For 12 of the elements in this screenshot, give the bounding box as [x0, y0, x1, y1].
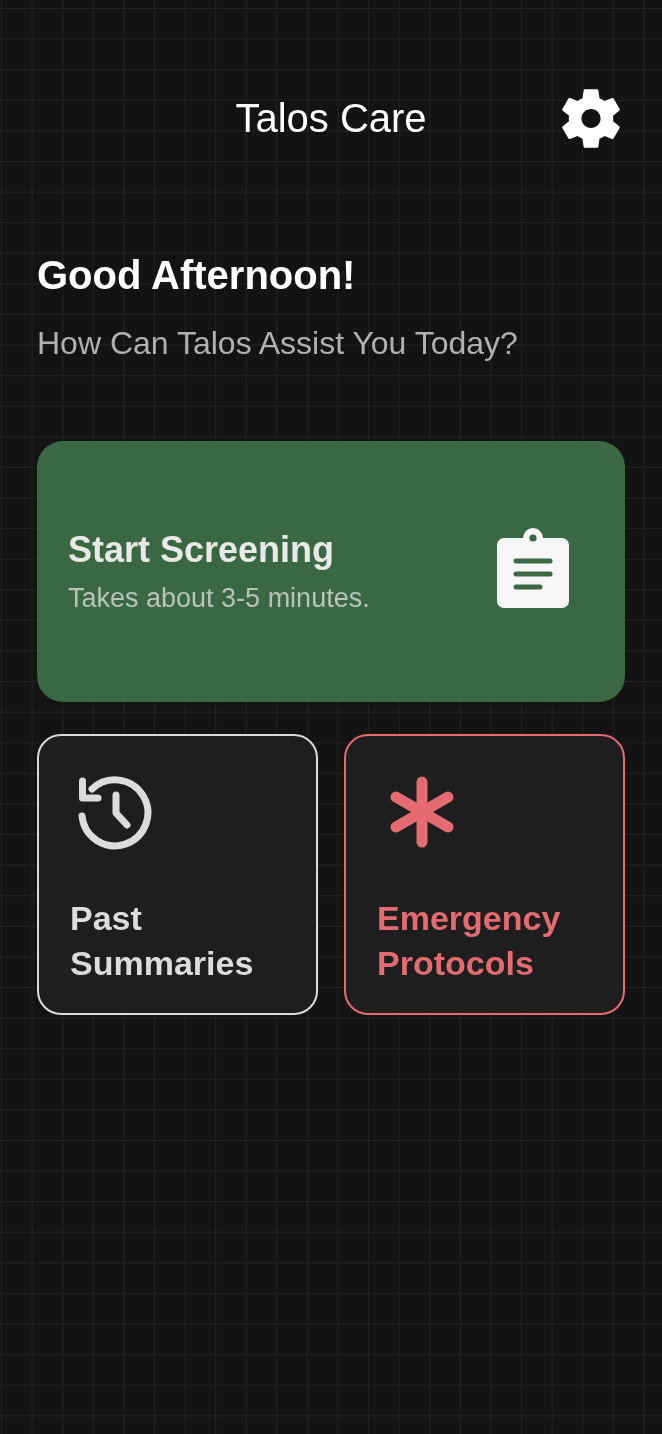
greeting-heading: Good Afternoon!: [37, 252, 357, 299]
start-screening-card[interactable]: Start Screening Takes about 3-5 minutes.: [37, 441, 625, 702]
settings-icon[interactable]: [562, 88, 620, 148]
card-title: Start Screening: [68, 528, 335, 572]
clipboard-icon: [497, 527, 569, 608]
emergency-tile[interactable]: Emergency Protocols: [344, 734, 625, 1015]
asterisk-icon: [388, 776, 456, 848]
app-title: Talos Care: [235, 95, 427, 142]
history-icon: [78, 776, 152, 850]
history-tile[interactable]: Past Summaries: [37, 734, 318, 1015]
card-subtitle: Takes about 3-5 minutes.: [68, 582, 370, 615]
assist-prompt: How Can Talos Assist You Today?: [37, 324, 519, 363]
